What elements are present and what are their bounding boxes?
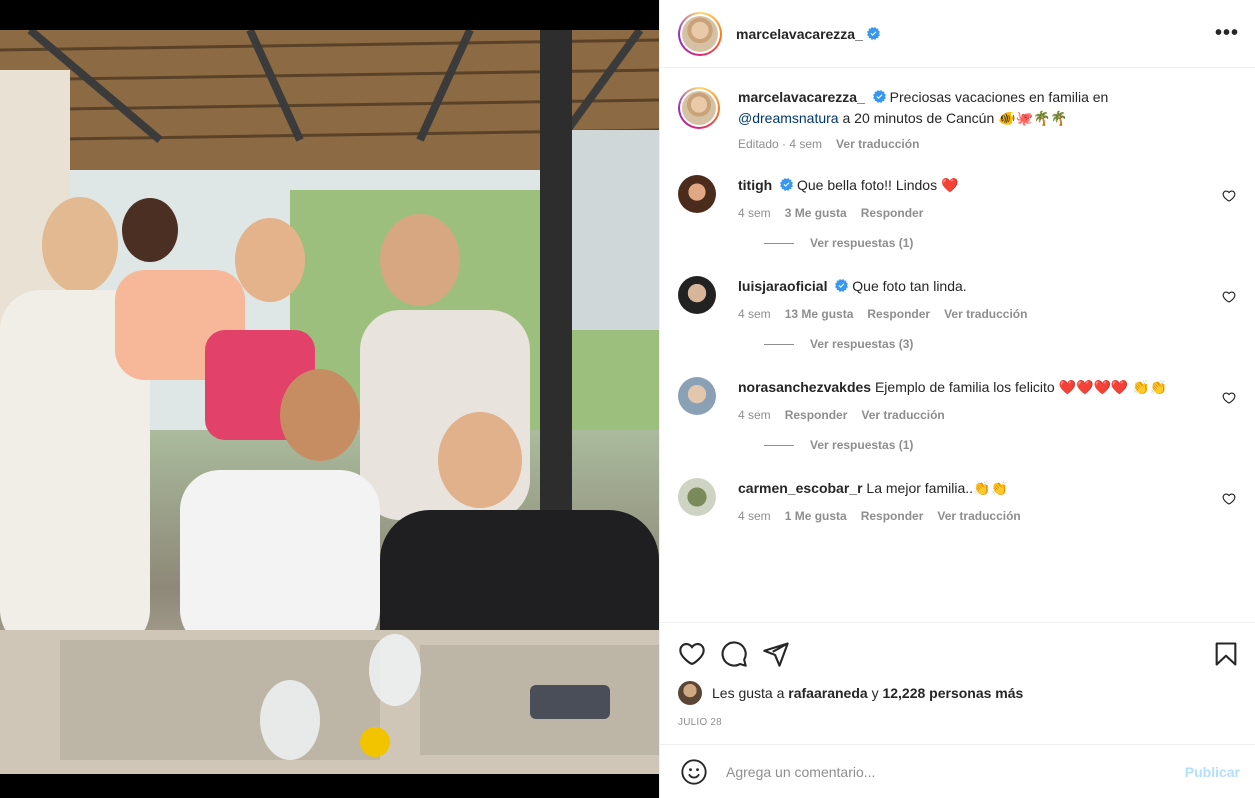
comment-avatar[interactable]: [678, 478, 716, 516]
comment-item: luisjaraoficial Que foto tan linda. 4 se…: [678, 276, 1240, 323]
emoji-picker-icon[interactable]: [680, 758, 708, 786]
comment-avatar[interactable]: [678, 377, 716, 415]
likes-and: y: [871, 685, 879, 701]
liker-username[interactable]: rafaaraneda: [788, 685, 867, 701]
caption-text: Preciosas vacaciones en familia en: [889, 89, 1109, 105]
post-actions: Les gusta a rafaaraneda y 12,228 persona…: [660, 622, 1255, 744]
comment-emojis: 👏👏: [973, 480, 1008, 496]
comment-translate-link[interactable]: Ver traducción: [937, 507, 1020, 525]
verified-badge-icon: [872, 90, 886, 103]
comment-reply-button[interactable]: Responder: [861, 204, 924, 222]
view-replies-label: Ver respuestas (3): [810, 337, 914, 351]
caption-translate-link[interactable]: Ver traducción: [836, 135, 919, 153]
share-send-icon[interactable]: [762, 640, 790, 668]
comment-emojis: ❤️: [941, 177, 959, 193]
caption-avatar[interactable]: [678, 87, 720, 129]
caption-text-2: a 20 minutos de Cancún: [842, 110, 995, 126]
likes-summary: Les gusta a rafaaraneda y 12,228 persona…: [678, 681, 1240, 705]
comment-text: Que bella foto!! Lindos: [797, 177, 938, 193]
comment-username[interactable]: carmen_escobar_r: [738, 480, 863, 496]
comment-time: 4 sem: [738, 408, 771, 422]
comment-avatar[interactable]: [678, 175, 716, 213]
view-replies-button[interactable]: Ver respuestas (1): [764, 438, 1240, 452]
author-avatar[interactable]: [678, 11, 722, 56]
comment-composer: Publicar: [660, 744, 1255, 798]
comment-reply-button[interactable]: Responder: [861, 507, 924, 525]
post-caption: marcelavacarezza_ Preciosas vacaciones e…: [678, 87, 1240, 153]
post-side-panel: marcelavacarezza_ ••• marcelavacarezza_ …: [659, 0, 1255, 798]
comment-time: 4 sem: [738, 206, 771, 220]
comment-avatar[interactable]: [678, 276, 716, 314]
comment-likes-count[interactable]: 13 Me gusta: [785, 305, 854, 323]
comment-likes-count[interactable]: 1 Me gusta: [785, 507, 847, 525]
action-icons-row: [678, 623, 1240, 685]
comment-translate-link[interactable]: Ver traducción: [861, 406, 944, 424]
view-replies-button[interactable]: Ver respuestas (3): [764, 337, 1240, 351]
verified-badge-icon: [835, 279, 849, 292]
comment-time: 4 sem: [738, 307, 771, 321]
post-photo[interactable]: [0, 30, 659, 774]
publish-button[interactable]: Publicar: [1185, 764, 1240, 780]
comment-like-heart-icon[interactable]: [1222, 290, 1236, 304]
view-replies-button[interactable]: Ver respuestas (1): [764, 236, 1240, 250]
verified-badge-icon: [866, 27, 880, 40]
comments-list[interactable]: marcelavacarezza_ Preciosas vacaciones e…: [660, 69, 1255, 621]
comment-likes-count[interactable]: 3 Me gusta: [785, 204, 847, 222]
comment-username[interactable]: norasanchezvakdes: [738, 379, 871, 395]
view-replies-label: Ver respuestas (1): [810, 438, 914, 452]
comment-like-heart-icon[interactable]: [1222, 189, 1236, 203]
comment-username[interactable]: luisjaraoficial: [738, 278, 827, 294]
comment-like-heart-icon[interactable]: [1222, 391, 1236, 405]
comment-text: Ejemplo de familia los felicito: [874, 379, 1055, 395]
caption-mention-link[interactable]: @dreamsnatura: [738, 110, 839, 126]
comment-item: titigh Que bella foto!! Lindos ❤️ 4 sem …: [678, 175, 1240, 222]
likes-prefix: Les gusta a: [712, 685, 785, 701]
caption-emojis: 🐠🐙🌴🌴: [998, 110, 1068, 126]
comment-input[interactable]: [726, 763, 1185, 780]
post-date: JULIO 28: [678, 717, 722, 728]
comment-text: Que foto tan linda.: [852, 278, 967, 294]
comment-reply-button[interactable]: Responder: [867, 305, 930, 323]
post-header: marcelavacarezza_ •••: [660, 0, 1255, 68]
comment-emojis: ❤️❤️❤️❤️ 👏👏: [1058, 379, 1168, 395]
comment-item: norasanchezvakdes Ejemplo de familia los…: [678, 377, 1240, 424]
caption-username[interactable]: marcelavacarezza_: [738, 89, 865, 105]
comment-like-heart-icon[interactable]: [1222, 492, 1236, 506]
comment-time: 4 sem: [738, 509, 771, 523]
caption-edited-time: Editado · 4 sem: [738, 137, 823, 151]
comment-item: carmen_escobar_r La mejor familia..👏👏 4 …: [678, 478, 1240, 525]
comment-reply-button[interactable]: Responder: [785, 406, 848, 424]
verified-badge-icon: [780, 178, 794, 191]
family-photo-illustration: [0, 30, 659, 774]
comment-translate-link[interactable]: Ver traducción: [944, 305, 1027, 323]
likes-count-link[interactable]: 12,228 personas más: [882, 685, 1023, 701]
save-bookmark-icon[interactable]: [1212, 640, 1240, 668]
comment-bubble-icon[interactable]: [720, 640, 748, 668]
comment-username[interactable]: titigh: [738, 177, 772, 193]
author-username[interactable]: marcelavacarezza_: [736, 26, 863, 42]
like-heart-icon[interactable]: [678, 640, 706, 668]
comment-text: La mejor familia..: [866, 480, 974, 496]
post-photo-pane: [0, 0, 659, 798]
liker-avatar[interactable]: [678, 681, 702, 705]
more-options-icon[interactable]: •••: [1215, 22, 1239, 45]
view-replies-label: Ver respuestas (1): [810, 236, 914, 250]
